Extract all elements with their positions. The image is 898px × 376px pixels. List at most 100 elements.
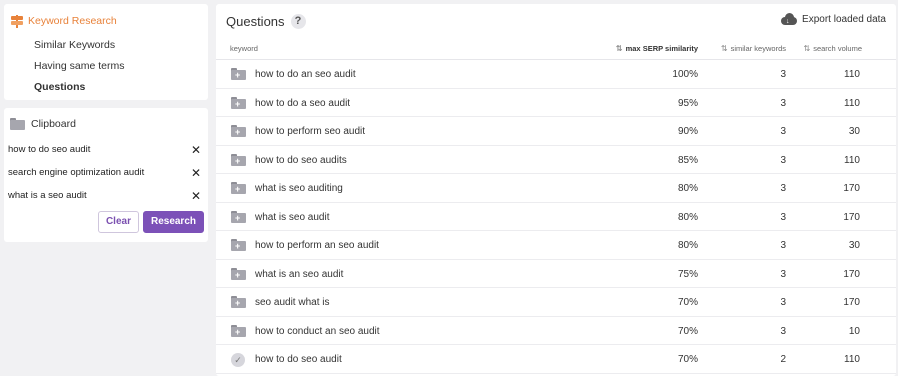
help-icon[interactable]: ? bbox=[290, 13, 306, 29]
row-similarity: 85% bbox=[677, 154, 698, 166]
row-similarity: 70% bbox=[677, 354, 698, 365]
row-similarity: 70% bbox=[677, 325, 698, 337]
row-similarity: 95% bbox=[677, 97, 698, 109]
column-header-similarity-label: max SERP similarity bbox=[625, 44, 698, 53]
row-similar-keywords: 3 bbox=[780, 183, 786, 194]
row-similar-keywords: 2 bbox=[780, 354, 786, 365]
remove-icon[interactable]: ✕ bbox=[189, 189, 203, 203]
row-keyword[interactable]: how to do a seo audit bbox=[255, 98, 350, 109]
table-row[interactable]: + what is seo auditing 80% 3 170 bbox=[216, 174, 896, 203]
row-search-volume: 170 bbox=[843, 211, 860, 223]
questions-panel: Questions ? ↓ Export loaded data keyword… bbox=[216, 4, 896, 376]
clear-button[interactable]: Clear bbox=[97, 211, 139, 233]
row-keyword[interactable]: seo audit what is bbox=[255, 297, 330, 308]
table-row[interactable]: + how to perform seo audit 90% 3 30 bbox=[216, 117, 896, 146]
nav-card: Keyword Research Similar Keywords Having… bbox=[4, 4, 208, 100]
row-search-volume: 30 bbox=[848, 126, 860, 137]
sort-icon: ⇅ bbox=[803, 44, 811, 53]
row-keyword[interactable]: how to do an seo audit bbox=[255, 69, 356, 80]
folder-add-icon[interactable]: + bbox=[231, 296, 246, 308]
column-header-similarity[interactable]: ⇅ max SERP similarity bbox=[616, 44, 698, 53]
folder-add-icon[interactable]: + bbox=[231, 182, 246, 194]
signpost-icon bbox=[10, 14, 24, 28]
table-row[interactable]: + seo audit what is 70% 3 170 bbox=[216, 288, 896, 317]
remove-icon[interactable]: ✕ bbox=[189, 143, 203, 157]
clipboard-item: what is a seo audit ✕ bbox=[8, 184, 204, 207]
clipboard-item-text: what is a seo audit bbox=[8, 190, 87, 201]
clipboard-item: search engine optimization audit ✕ bbox=[8, 161, 204, 184]
row-keyword[interactable]: what is seo auditing bbox=[255, 183, 343, 194]
row-similar-keywords: 3 bbox=[780, 69, 786, 80]
row-similarity: 80% bbox=[677, 211, 698, 223]
more-vertical-icon[interactable] bbox=[876, 323, 882, 339]
row-keyword[interactable]: what is an seo audit bbox=[255, 269, 343, 280]
nav-item-similar-keywords[interactable]: Similar Keywords bbox=[10, 35, 202, 56]
more-vertical-icon[interactable] bbox=[876, 209, 882, 225]
more-vertical-icon[interactable] bbox=[876, 95, 882, 111]
clipboard-header: Clipboard bbox=[10, 116, 204, 132]
row-similar-keywords: 3 bbox=[780, 97, 786, 109]
row-similar-keywords: 3 bbox=[780, 126, 786, 137]
more-vertical-icon[interactable] bbox=[876, 66, 882, 82]
clipboard-title: Clipboard bbox=[31, 118, 76, 130]
row-keyword[interactable]: how to do seo audits bbox=[255, 155, 347, 166]
nav-section-header[interactable]: Keyword Research bbox=[10, 13, 202, 28]
table-row[interactable]: + how to conduct an seo audit 70% 3 10 bbox=[216, 317, 896, 345]
nav-section-title: Keyword Research bbox=[28, 14, 117, 27]
more-vertical-icon[interactable] bbox=[876, 294, 882, 310]
folder-add-icon[interactable]: + bbox=[231, 324, 246, 337]
more-vertical-icon[interactable] bbox=[876, 180, 882, 196]
sort-icon: ⇅ bbox=[615, 44, 623, 53]
folder-add-icon[interactable]: + bbox=[231, 96, 246, 109]
more-vertical-icon[interactable] bbox=[876, 237, 882, 253]
table-row[interactable]: + what is seo audit 80% 3 170 bbox=[216, 203, 896, 231]
row-search-volume: 170 bbox=[843, 268, 860, 280]
row-similarity: 70% bbox=[677, 297, 698, 308]
more-vertical-icon[interactable] bbox=[876, 351, 882, 367]
row-search-volume: 110 bbox=[844, 354, 860, 365]
column-header-keyword[interactable]: keyword bbox=[230, 44, 258, 53]
folder-add-icon[interactable]: + bbox=[231, 210, 246, 223]
more-vertical-icon[interactable] bbox=[876, 266, 882, 282]
table-header: keyword ⇅ max SERP similarity ⇅ similar ke… bbox=[216, 38, 896, 60]
row-similar-keywords: 3 bbox=[780, 240, 786, 251]
research-button[interactable]: Research bbox=[142, 211, 204, 233]
folder-add-icon[interactable]: + bbox=[231, 267, 246, 280]
row-keyword[interactable]: how to perform seo audit bbox=[255, 126, 365, 137]
column-header-similar-keywords[interactable]: ⇅ similar keywords bbox=[721, 44, 786, 53]
check-icon[interactable]: ✓ bbox=[231, 353, 245, 367]
export-button[interactable]: ↓ Export loaded data bbox=[781, 13, 886, 25]
row-similar-keywords: 3 bbox=[780, 325, 786, 337]
row-keyword[interactable]: how to conduct an seo audit bbox=[255, 326, 380, 337]
row-similarity: 100% bbox=[672, 69, 698, 80]
folder-add-icon[interactable]: + bbox=[231, 153, 246, 166]
clipboard-item-text: how to do seo audit bbox=[8, 144, 91, 155]
column-header-search-volume[interactable]: ⇅ search volume bbox=[804, 44, 862, 53]
table-row[interactable]: + what is an seo audit 75% 3 170 bbox=[216, 260, 896, 288]
row-similarity: 90% bbox=[677, 126, 698, 137]
row-similarity: 80% bbox=[677, 183, 698, 194]
folder-add-icon[interactable]: + bbox=[231, 68, 246, 80]
row-search-volume: 110 bbox=[844, 69, 860, 80]
folder-add-icon[interactable]: + bbox=[231, 125, 246, 137]
row-search-volume: 10 bbox=[848, 325, 860, 337]
sort-icon: ⇅ bbox=[720, 44, 728, 53]
table-row[interactable]: + how to do a seo audit 95% 3 110 bbox=[216, 89, 896, 117]
panel-header: Questions ? ↓ Export loaded data bbox=[216, 4, 896, 38]
remove-icon[interactable]: ✕ bbox=[189, 166, 203, 180]
table-row[interactable]: + how to perform an seo audit 80% 3 30 bbox=[216, 231, 896, 260]
more-vertical-icon[interactable] bbox=[876, 123, 882, 139]
nav-item-having-same-terms[interactable]: Having same terms bbox=[10, 56, 202, 77]
row-search-volume: 110 bbox=[844, 154, 860, 166]
table-row[interactable]: + how to do an seo audit 100% 3 110 bbox=[216, 60, 896, 89]
row-keyword[interactable]: how to do seo audit bbox=[255, 354, 342, 365]
nav-item-questions[interactable]: Questions bbox=[10, 77, 202, 98]
folder-add-icon[interactable]: + bbox=[231, 239, 246, 251]
row-keyword[interactable]: how to perform an seo audit bbox=[255, 240, 379, 251]
row-keyword[interactable]: what is seo audit bbox=[255, 212, 330, 223]
table-row[interactable]: + how to do seo audits 85% 3 110 bbox=[216, 146, 896, 174]
table-row[interactable]: ✓ how to do seo audit 70% 2 110 bbox=[216, 345, 896, 374]
row-similarity: 75% bbox=[677, 268, 698, 280]
more-vertical-icon[interactable] bbox=[876, 152, 882, 168]
column-header-search-volume-label: search volume bbox=[813, 44, 862, 53]
